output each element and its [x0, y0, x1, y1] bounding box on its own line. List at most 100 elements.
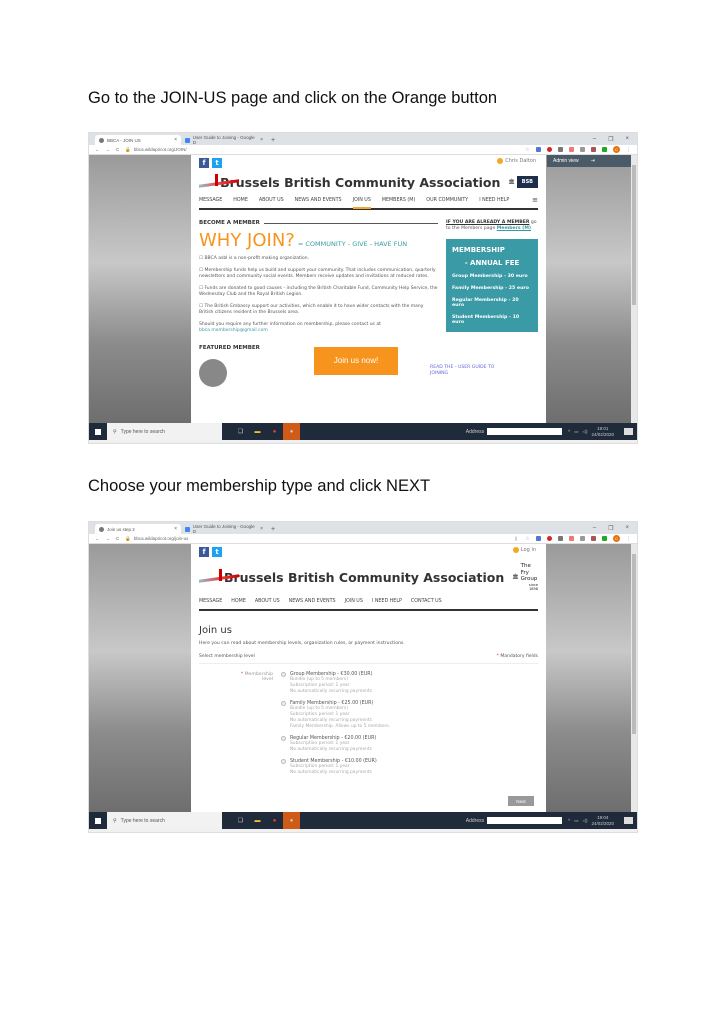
profile-avatar[interactable]: C [613, 146, 620, 153]
scrollbar[interactable] [631, 155, 637, 423]
notification-icon[interactable] [624, 817, 633, 824]
logout-icon[interactable]: ⇥ [591, 158, 595, 164]
nav-about-us[interactable]: ABOUT US [259, 198, 284, 203]
nav-message[interactable]: MESSAGE [199, 198, 222, 203]
membership-option-student[interactable]: Student Membership - €10.00 (EUR) Subscr… [281, 758, 538, 776]
membership-option-group[interactable]: Group Membership - €30.00 (EUR) Bundle (… [281, 672, 538, 695]
volume-icon[interactable]: ◁) [583, 818, 588, 824]
close-window-button[interactable]: × [625, 136, 629, 143]
new-tab-button[interactable]: + [271, 526, 275, 533]
extension-icon[interactable] [536, 147, 541, 152]
extension-icon[interactable] [558, 536, 563, 541]
extension-icon[interactable] [547, 536, 552, 541]
facebook-icon[interactable]: f [199, 158, 209, 168]
nav-home[interactable]: HOME [231, 599, 246, 604]
facebook-icon[interactable]: f [199, 547, 209, 557]
notification-icon[interactable] [624, 428, 633, 435]
login-link[interactable]: Log in [512, 547, 536, 553]
radio-button[interactable] [281, 700, 286, 706]
nav-news-events[interactable]: NEWS AND EVENTS [295, 198, 342, 203]
reload-icon[interactable]: C [116, 536, 119, 541]
user-link[interactable]: Chris Dalton [497, 158, 536, 164]
file-explorer-icon[interactable]: ▬ [249, 812, 266, 829]
app-icon[interactable]: ● [283, 812, 300, 829]
tray-up-icon[interactable]: ^ [568, 818, 570, 823]
nav-i-need-help[interactable]: I NEED HELP [372, 599, 402, 604]
clock[interactable]: 19:01 24/02/2020 [591, 426, 614, 437]
close-tab-icon[interactable]: × [174, 137, 177, 143]
tab-user-guide[interactable]: User Guide to Joining - Google D × [181, 135, 267, 145]
bbca-logo[interactable] [199, 174, 239, 190]
extension-icon[interactable] [569, 147, 574, 152]
back-icon[interactable]: ← [95, 147, 100, 152]
taskbar-search[interactable]: ⚲ Type here to search [107, 423, 222, 440]
url-field[interactable]: 🔒 bbca.wildapricot.org/join-us [125, 536, 188, 542]
extension-icon[interactable] [580, 536, 585, 541]
extension-icon[interactable] [602, 147, 607, 152]
close-window-button[interactable]: × [625, 525, 629, 532]
close-tab-icon[interactable]: × [260, 526, 263, 532]
restore-button[interactable]: ❐ [608, 525, 613, 532]
file-explorer-icon[interactable]: ▬ [249, 423, 266, 440]
task-view-icon[interactable]: ❑ [232, 812, 249, 829]
tab-join-step2[interactable]: Join us step 2 × [95, 524, 181, 534]
taskbar-search[interactable]: ⚲ Type here to search [107, 812, 222, 829]
nav-contact-us[interactable]: CONTACT US [411, 599, 442, 604]
twitter-icon[interactable]: t [212, 158, 222, 168]
nav-members[interactable]: MEMBERS (M) [382, 198, 415, 203]
extension-icon[interactable] [536, 536, 541, 541]
scrollbar[interactable] [631, 544, 637, 812]
extension-icon[interactable] [580, 147, 585, 152]
menu-icon[interactable]: ⋮ [626, 536, 631, 542]
sponsor-logo[interactable]: 🏛 The Fry Group since 1898 [512, 563, 538, 591]
extension-icon[interactable] [591, 147, 596, 152]
hamburger-menu-icon[interactable]: ≡ [532, 197, 538, 204]
members-page-link[interactable]: Members (M) [497, 226, 531, 231]
chrome-icon[interactable]: ● [266, 812, 283, 829]
close-tab-icon[interactable]: × [174, 526, 177, 532]
address-input[interactable] [487, 817, 563, 824]
new-tab-button[interactable]: + [271, 137, 275, 144]
minimize-button[interactable]: – [593, 525, 596, 532]
star-icon[interactable]: ☆ [525, 147, 530, 153]
forward-icon[interactable]: → [106, 147, 111, 152]
forward-icon[interactable]: → [106, 536, 111, 541]
profile-avatar[interactable]: C [613, 535, 620, 542]
back-icon[interactable]: ← [95, 536, 100, 541]
address-input[interactable] [487, 428, 563, 435]
bbca-logo[interactable] [199, 569, 239, 585]
extension-icon[interactable] [558, 147, 563, 152]
extension-icon[interactable] [602, 536, 607, 541]
user-guide-link[interactable]: READ THE - USER GUIDE TO JOINING [430, 365, 500, 378]
menu-icon[interactable]: ⋮ [626, 147, 631, 153]
volume-icon[interactable]: ◁) [583, 429, 588, 435]
extension-icon[interactable] [569, 536, 574, 541]
tray-up-icon[interactable]: ^ [568, 429, 570, 434]
join-us-now-button[interactable]: Join us now! [314, 346, 398, 375]
nav-message[interactable]: MESSAGE [199, 599, 222, 604]
membership-option-regular[interactable]: Regular Membership - €20.00 (EUR) Subscr… [281, 735, 538, 753]
star-icon[interactable]: ☆ [525, 536, 530, 542]
radio-button[interactable] [281, 758, 286, 764]
extension-icon[interactable] [591, 536, 596, 541]
start-button[interactable] [89, 428, 107, 435]
sponsor-logo[interactable]: 🏛 BSB [508, 176, 538, 188]
nav-i-need-help[interactable]: I NEED HELP [479, 198, 509, 203]
reload-icon[interactable]: C [116, 147, 119, 152]
tab-user-guide[interactable]: User Guide to Joining - Google D × [181, 524, 267, 534]
tab-bbca-join[interactable]: BBCA - JOIN US × [95, 135, 181, 145]
nav-join-us[interactable]: JOIN US [352, 198, 372, 209]
url-field[interactable]: 🔒 bbca.wildapricot.org/JOIN/ [125, 147, 186, 153]
nav-about-us[interactable]: ABOUT US [255, 599, 280, 604]
membership-option-family[interactable]: Family Membership - €25.00 (EUR) Bundle … [281, 700, 538, 730]
network-icon[interactable]: ▭ [574, 818, 578, 824]
nav-our-community[interactable]: OUR COMMUNITY [426, 198, 468, 203]
chrome-icon[interactable]: ● [266, 423, 283, 440]
close-tab-icon[interactable]: × [260, 137, 263, 143]
admin-view-bar[interactable]: Admin view ⇥ [547, 155, 631, 167]
nav-join-us[interactable]: JOIN US [345, 599, 363, 604]
nav-news-events[interactable]: NEWS AND EVENTS [289, 599, 336, 604]
minimize-button[interactable]: – [593, 136, 596, 143]
start-button[interactable] [89, 817, 107, 824]
restore-button[interactable]: ❐ [608, 136, 613, 143]
